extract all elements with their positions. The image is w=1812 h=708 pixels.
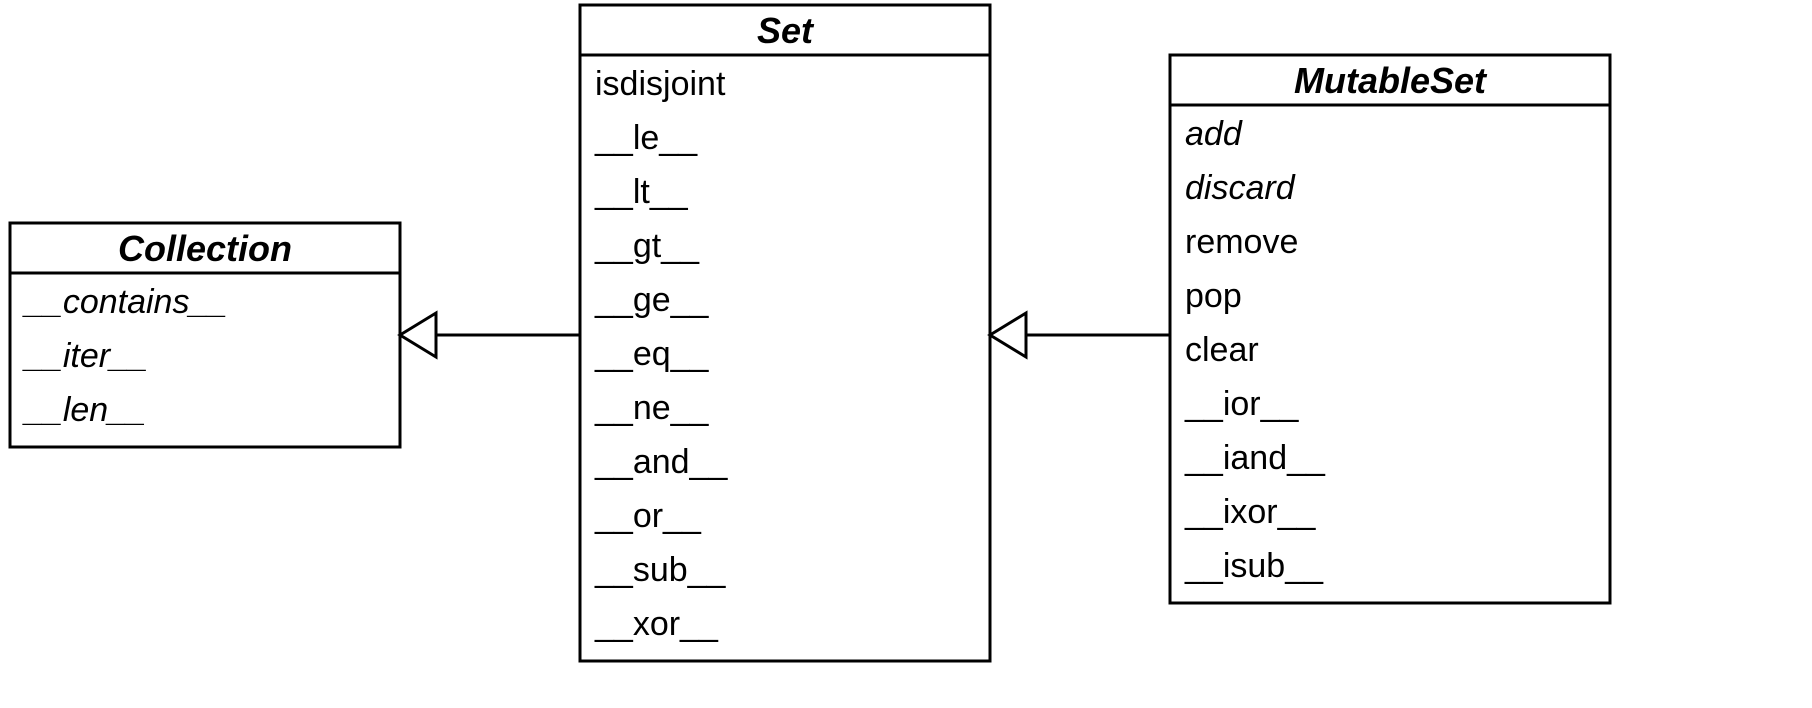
triangle-arrowhead-icon [400, 313, 436, 357]
method-set-__lt__: __lt__ [594, 173, 689, 211]
method-set-isdisjoint: isdisjoint [595, 65, 726, 103]
inheritance-arrow-mutableset-to-set [990, 313, 1170, 357]
method-set-__ge__: __ge__ [594, 281, 710, 319]
method-set-__and__: __and__ [594, 443, 728, 481]
triangle-arrowhead-icon [990, 313, 1026, 357]
method-mutableset-discard: discard [1185, 169, 1296, 207]
method-mutableset-__iand__: __iand__ [1184, 439, 1326, 477]
inheritance-arrow-set-to-collection [400, 313, 580, 357]
method-set-__eq__: __eq__ [594, 335, 710, 373]
uml-diagram: Collection __contains__ __iter__ __len__ Set… [0, 0, 1812, 708]
method-set-__or__: __or__ [594, 497, 702, 535]
class-title-mutableset: MutableSet [1294, 60, 1488, 101]
method-mutableset-__ixor__: __ixor__ [1184, 493, 1317, 531]
method-mutableset-remove: remove [1185, 223, 1298, 261]
method-mutableset-__isub__: __isub__ [1184, 547, 1324, 585]
method-mutableset-__ior__: __ior__ [1184, 385, 1300, 423]
method-set-__gt__: __gt__ [594, 227, 700, 265]
method-mutableset-pop: pop [1185, 277, 1242, 315]
method-collection-__contains__: __contains__ [22, 283, 227, 321]
class-set: Set isdisjoint __le__ __lt__ __gt__ __ge__ __e… [580, 5, 990, 661]
method-mutableset-add: add [1185, 115, 1243, 153]
method-collection-__len__: __len__ [22, 391, 146, 429]
class-title-set: Set [757, 10, 815, 51]
class-mutableset: MutableSet add discard remove pop clear __ior_… [1170, 55, 1610, 603]
method-set-__ne__: __ne__ [594, 389, 710, 427]
method-mutableset-clear: clear [1185, 331, 1259, 369]
class-title-collection: Collection [118, 228, 292, 269]
class-collection: Collection __contains__ __iter__ __len__ [10, 223, 400, 447]
method-set-__sub__: __sub__ [594, 551, 727, 589]
method-set-__xor__: __xor__ [594, 605, 719, 643]
method-set-__le__: __le__ [594, 119, 698, 157]
method-collection-__iter__: __iter__ [22, 337, 148, 375]
